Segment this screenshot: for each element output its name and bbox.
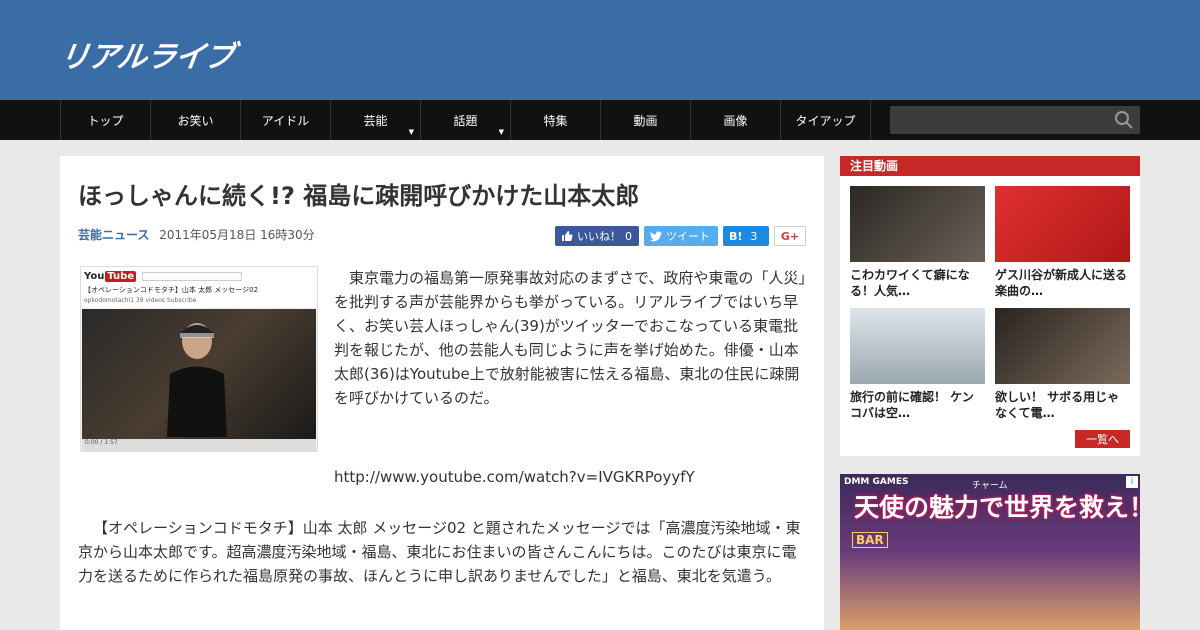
yt-player-controls: 0:00 / 1:57 <box>82 439 316 451</box>
featured-video-item[interactable]: 欲しい！ サボる用じゃなくて電… <box>995 308 1130 421</box>
article-card: ほっしゃんに続く!? 福島に疎開呼びかけた山本太郎 芸能ニュース 2011年05… <box>60 156 824 630</box>
like-label: いいね！ <box>577 230 621 243</box>
publish-date: 2011年05月18日 16時30分 <box>159 228 315 242</box>
nav-label: 話題 <box>453 113 478 128</box>
nav-item-gazou[interactable]: 画像 <box>691 100 781 140</box>
nav-label: タイアップ <box>795 113 856 128</box>
nav-item-tieup[interactable]: タイアップ <box>781 100 871 140</box>
video-caption: こわカワイくて癖になる！人気… <box>850 268 970 298</box>
featured-videos-heading: 注目動画 <box>840 156 1140 176</box>
youtube-header: You Tube <box>81 267 317 285</box>
hatena-bookmark-button[interactable]: B! 3 <box>723 226 769 246</box>
article-thumbnail[interactable]: You Tube 【オペレーションコドモタチ】山本 太郎 メッセージ02 opko… <box>80 266 318 452</box>
nav-label: 特集 <box>543 113 568 128</box>
video-thumbnail <box>850 308 985 384</box>
nav-item-top[interactable]: トップ <box>61 100 151 140</box>
video-thumbnail <box>995 186 1130 262</box>
featured-video-item[interactable]: こわカワイくて癖になる！人気… <box>850 186 985 299</box>
advertisement-banner[interactable]: DMM GAMES i チャーム 天使の魅力で世界を救え！ BAR <box>840 474 1140 630</box>
more-videos-button[interactable]: 一覧へ <box>1075 430 1130 448</box>
site-header: リアルライブ <box>0 0 1200 100</box>
article-meta: 芸能ニュース 2011年05月18日 16時30分 <box>78 226 315 243</box>
video-caption: ゲス川谷が新成人に送る楽曲の… <box>995 268 1128 298</box>
nav-label: 芸能 <box>363 113 388 128</box>
youtube-logo: You Tube <box>84 270 137 282</box>
featured-video-item[interactable]: 旅行の前に確認！ ケンコバは空… <box>850 308 985 421</box>
nav-label: アイドル <box>261 113 310 128</box>
caret-down-icon: ▼ <box>498 128 504 136</box>
nav-item-owarai[interactable]: お笑い <box>151 100 241 140</box>
nav-label: トップ <box>87 113 124 128</box>
video-caption: 欲しい！ サボる用じゃなくて電… <box>995 390 1120 420</box>
ad-headline: 天使の魅力で世界を救え！ <box>854 493 1140 522</box>
ad-brand: DMM GAMES <box>844 477 909 487</box>
video-thumbnail <box>995 308 1130 384</box>
nav-item-wadai[interactable]: 話題 ▼ <box>421 100 511 140</box>
nav-item-tokushu[interactable]: 特集 <box>511 100 601 140</box>
nav-item-geinou[interactable]: 芸能 ▼ <box>331 100 421 140</box>
nav-label: 画像 <box>723 113 748 128</box>
thumbs-up-icon <box>562 231 573 241</box>
nav-item-idol[interactable]: アイドル <box>241 100 331 140</box>
yt-search-box <box>142 271 243 281</box>
site-logo[interactable]: リアルライブ <box>57 32 237 76</box>
google-plus-button[interactable]: G+ <box>774 226 806 246</box>
search-input[interactable] <box>890 106 1140 134</box>
yt-logo-tube: Tube <box>105 270 137 282</box>
featured-videos-panel: 注目動画 こわカワイくて癖になる！人気… ゲス川谷が新成人に送る楽曲の… 旅行の… <box>840 156 1140 456</box>
facebook-like-button[interactable]: いいね！ 0 <box>555 226 639 246</box>
ad-bar-sign: BAR <box>852 532 888 548</box>
search-icon[interactable] <box>1114 110 1134 130</box>
yt-logo-text: You <box>84 270 105 282</box>
yt-channel-info: opkodomotachi1 39 videos Subscribe <box>81 297 317 307</box>
nav-items: トップ お笑い アイドル 芸能 ▼ 話題 ▼ 特集 動画 画像 タイアップ <box>60 100 871 140</box>
video-thumbnail <box>850 186 985 262</box>
article-paragraph-2: 【オペレーションコドモタチ】山本 太郎 メッセージ02 と題されたメッセージでは… <box>78 519 801 585</box>
tweet-label: ツイート <box>666 230 710 243</box>
share-buttons: いいね！ 0 ツイート B! 3 G+ <box>555 226 806 246</box>
article-title: ほっしゃんに続く!? 福島に疎開呼びかけた山本太郎 <box>78 182 640 210</box>
category-link[interactable]: 芸能ニュース <box>78 228 149 242</box>
nav-item-douga[interactable]: 動画 <box>601 100 691 140</box>
like-count: 0 <box>625 229 632 243</box>
gplus-icon: G+ <box>780 229 800 243</box>
featured-video-item[interactable]: ゲス川谷が新成人に送る楽曲の… <box>995 186 1130 299</box>
hatena-icon: B! <box>729 229 743 243</box>
person-figure <box>167 323 227 437</box>
article-paragraph-1: 東京電力の福島第一原発事故対応のまずさで、政府や東電の「人災」を批判する声が芸能… <box>334 269 806 407</box>
ad-info-icon[interactable]: i <box>1126 476 1138 488</box>
twitter-bird-icon <box>650 231 662 241</box>
nav-label: 動画 <box>633 113 658 128</box>
yt-video-title: 【オペレーションコドモタチ】山本 太郎 メッセージ02 <box>81 285 317 297</box>
youtube-link[interactable]: http://www.youtube.com/watch?v=IVGKRPoyy… <box>334 468 695 486</box>
main-nav: トップ お笑い アイドル 芸能 ▼ 話題 ▼ 特集 動画 画像 タイアップ <box>0 100 1200 140</box>
video-caption: 旅行の前に確認！ ケンコバは空… <box>850 390 974 420</box>
tweet-button[interactable]: ツイート <box>644 226 718 246</box>
caret-down-icon: ▼ <box>408 128 414 136</box>
hatena-count: 3 <box>750 229 758 243</box>
video-frame <box>82 309 316 439</box>
nav-label: お笑い <box>177 113 214 128</box>
